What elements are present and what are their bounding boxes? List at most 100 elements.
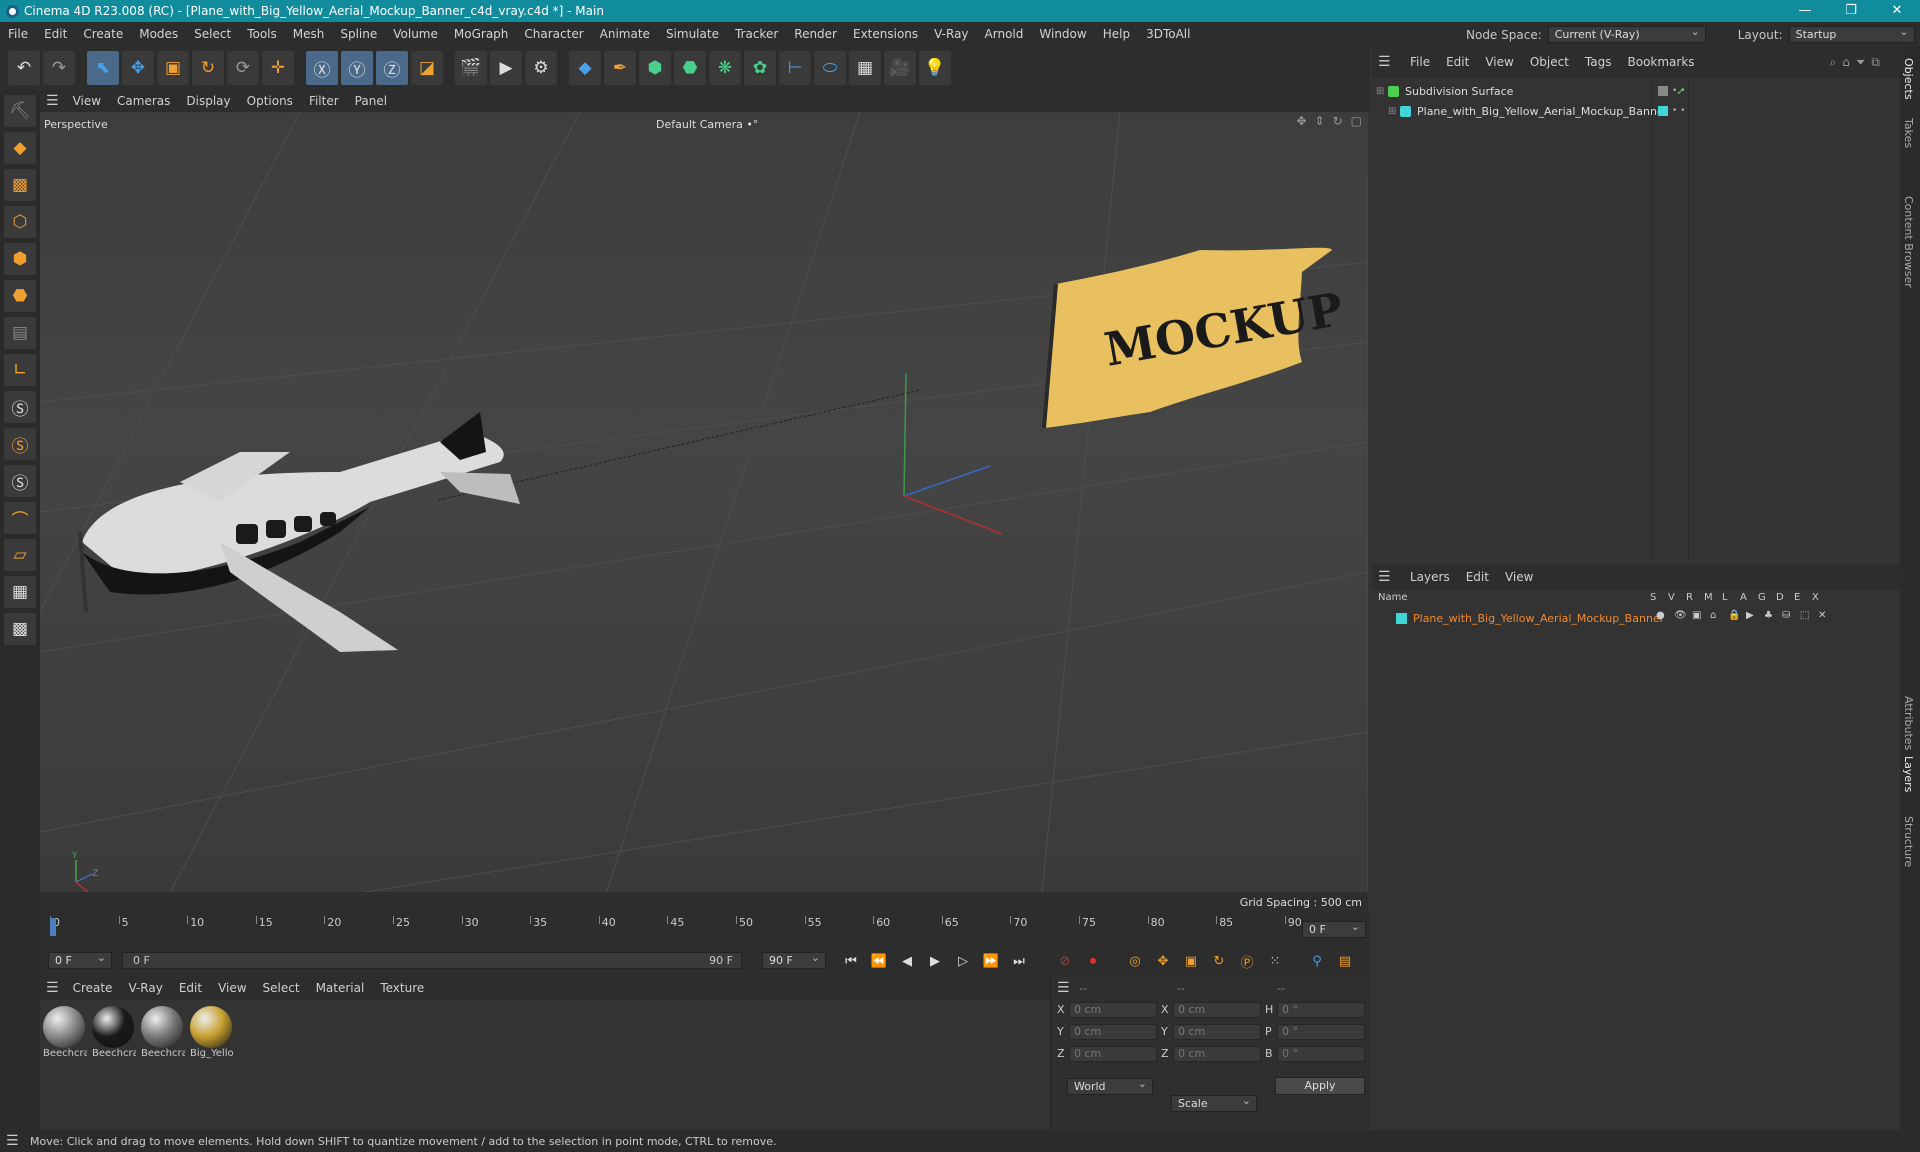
new-window-icon[interactable]: ⧉: [1871, 55, 1886, 69]
layer-toggle-icon[interactable]: ⛁: [1782, 610, 1790, 621]
menu-modes[interactable]: Modes: [131, 27, 186, 41]
viewport-menu-cameras[interactable]: Cameras: [109, 94, 178, 108]
undo-icon[interactable]: ↶: [8, 51, 40, 85]
light-icon[interactable]: 💡: [919, 51, 951, 85]
polygon-mode-icon[interactable]: ⬣: [4, 280, 36, 312]
material-swatch[interactable]: Big_Yello: [190, 1006, 234, 1066]
layer-column-m[interactable]: M: [1704, 592, 1713, 603]
mograph-icon[interactable]: ✿: [744, 51, 776, 85]
prev-key-icon[interactable]: ⏪: [868, 950, 890, 972]
menu-window[interactable]: Window: [1031, 27, 1094, 41]
axis-mode-icon[interactable]: ∟: [4, 354, 36, 386]
layer-toggle-icon[interactable]: ▣: [1692, 610, 1701, 621]
recent-tool-icon[interactable]: ⟳: [227, 51, 259, 85]
hamburger-icon[interactable]: ☰: [46, 93, 59, 109]
coord-field-h[interactable]: 0 °: [1277, 1002, 1365, 1018]
deformer-icon[interactable]: ⊢: [779, 51, 811, 85]
layer-toggle-icon[interactable]: ⬚: [1800, 610, 1809, 621]
object-row[interactable]: ⊞ Subdivision Surface • • ✓: [1372, 82, 1900, 100]
hamburger-icon[interactable]: ☰: [1378, 569, 1391, 585]
rotate-tool-icon[interactable]: ↻: [192, 51, 224, 85]
close-button[interactable]: ✕: [1874, 0, 1920, 22]
spline-pen-icon[interactable]: ✒: [604, 51, 636, 85]
redo-icon[interactable]: ↷: [43, 51, 75, 85]
subdivision-icon[interactable]: ⬢: [639, 51, 671, 85]
next-frame-icon[interactable]: ▷: [952, 950, 974, 972]
hamburger-icon[interactable]: ☰: [6, 1133, 19, 1149]
material-menu-texture[interactable]: Texture: [372, 981, 432, 995]
uv-mode-icon[interactable]: ▤: [4, 317, 36, 349]
layer-column-a[interactable]: A: [1740, 592, 1747, 603]
prev-frame-icon[interactable]: ◀: [896, 950, 918, 972]
point-mode-icon[interactable]: ⬡: [4, 206, 36, 238]
field-icon[interactable]: ⬭: [814, 51, 846, 85]
frame-range-slider[interactable]: 0 F 90 F: [122, 952, 742, 969]
layer-column-s[interactable]: S: [1650, 592, 1656, 603]
object-row[interactable]: ⊞ Plane_with_Big_Yellow_Aerial_Mockup_Ban…: [1372, 102, 1900, 120]
record-icon[interactable]: ⊘: [1054, 950, 1076, 972]
maximize-button[interactable]: ❐: [1828, 0, 1874, 22]
menu-v-ray[interactable]: V-Ray: [926, 27, 976, 41]
menu-animate[interactable]: Animate: [592, 27, 658, 41]
move-tool-icon[interactable]: ✥: [122, 51, 154, 85]
search-icon[interactable]: ⌕: [1829, 55, 1842, 69]
menu-tracker[interactable]: Tracker: [727, 27, 786, 41]
coord-field-x[interactable]: 0 cm: [1069, 1002, 1157, 1018]
layer-column-x[interactable]: X: [1812, 592, 1819, 603]
magnet-icon[interactable]: ⌒: [4, 502, 36, 534]
expand-icon[interactable]: ⊞: [1388, 106, 1400, 117]
hamburger-icon[interactable]: ☰: [1057, 980, 1070, 996]
expand-icon[interactable]: ⊞: [1376, 86, 1388, 97]
menu-3dtoall[interactable]: 3DToAll: [1138, 27, 1198, 41]
make-editable-icon[interactable]: ⛏: [4, 95, 36, 127]
menu-extensions[interactable]: Extensions: [845, 27, 926, 41]
snap-icon[interactable]: Ⓢ: [4, 391, 36, 423]
zoom-icon[interactable]: ⇕: [1315, 114, 1325, 128]
key-points-icon[interactable]: ⁙: [1264, 950, 1286, 972]
start-frame-field[interactable]: 0 F: [48, 950, 112, 969]
camera-icon[interactable]: 🎥: [884, 51, 916, 85]
render-settings-icon[interactable]: ⚙: [525, 51, 557, 85]
layer-name[interactable]: Plane_with_Big_Yellow_Aerial_Mockup_Bann…: [1413, 612, 1664, 625]
coord-field-p[interactable]: 0 °: [1277, 1024, 1365, 1040]
viewport-3d[interactable]: MOCKUP Y Z X Perspective Default Camera …: [40, 112, 1368, 912]
coordinate-system-icon[interactable]: ◪: [411, 51, 443, 85]
render-view-icon[interactable]: ▶: [490, 51, 522, 85]
end-frame-field[interactable]: 90 F: [762, 950, 826, 969]
enabled-check-icon[interactable]: ✓: [1676, 85, 1685, 98]
layer-column-v[interactable]: V: [1668, 592, 1675, 603]
key-rotation-icon[interactable]: ↻: [1208, 950, 1230, 972]
play-icon[interactable]: ▶: [924, 950, 946, 972]
material-swatch[interactable]: Beechcra: [141, 1006, 185, 1066]
layer-toggle-icon[interactable]: ✕: [1818, 610, 1826, 621]
menu-select[interactable]: Select: [186, 27, 239, 41]
menu-help[interactable]: Help: [1095, 27, 1138, 41]
viewport-menu-display[interactable]: Display: [178, 94, 238, 108]
layer-toggle-icon[interactable]: 🔒: [1728, 610, 1740, 621]
layer-row[interactable]: Plane_with_Big_Yellow_Aerial_Mockup_Bann…: [1372, 610, 1900, 626]
layer-column-e[interactable]: E: [1794, 592, 1800, 603]
right-tab-objects[interactable]: Objects: [1902, 52, 1915, 106]
right-tab-attributes[interactable]: Attributes: [1902, 690, 1915, 756]
material-menu-edit[interactable]: Edit: [171, 981, 210, 995]
object-layer-color[interactable]: [1658, 106, 1668, 116]
home-icon[interactable]: ⌂: [1842, 55, 1856, 69]
material-menu-select[interactable]: Select: [255, 981, 308, 995]
layer-menu-edit[interactable]: Edit: [1458, 570, 1497, 584]
layer-toggle-icon[interactable]: ♣: [1764, 610, 1773, 621]
coord-mode-select[interactable]: World: [1067, 1076, 1153, 1095]
timeline-window-icon[interactable]: ▤: [1334, 950, 1356, 972]
motion-system-icon[interactable]: ⚲: [1306, 950, 1328, 972]
key-scale-icon[interactable]: ▣: [1180, 950, 1202, 972]
object-layer-color[interactable]: [1658, 86, 1668, 96]
workplane-icon[interactable]: ▱: [4, 539, 36, 571]
apply-button[interactable]: Apply: [1275, 1077, 1365, 1095]
cloner-icon[interactable]: ❋: [709, 51, 741, 85]
right-tab-content-browser[interactable]: Content Browser: [1902, 190, 1915, 294]
layer-column-l[interactable]: L: [1722, 592, 1728, 603]
menu-create[interactable]: Create: [75, 27, 131, 41]
menu-file[interactable]: File: [0, 27, 36, 41]
coord-field-x[interactable]: 0 cm: [1173, 1002, 1261, 1018]
node-space-select[interactable]: Current (V-Ray): [1547, 24, 1706, 43]
coord-field-z[interactable]: 0 cm: [1069, 1046, 1157, 1062]
